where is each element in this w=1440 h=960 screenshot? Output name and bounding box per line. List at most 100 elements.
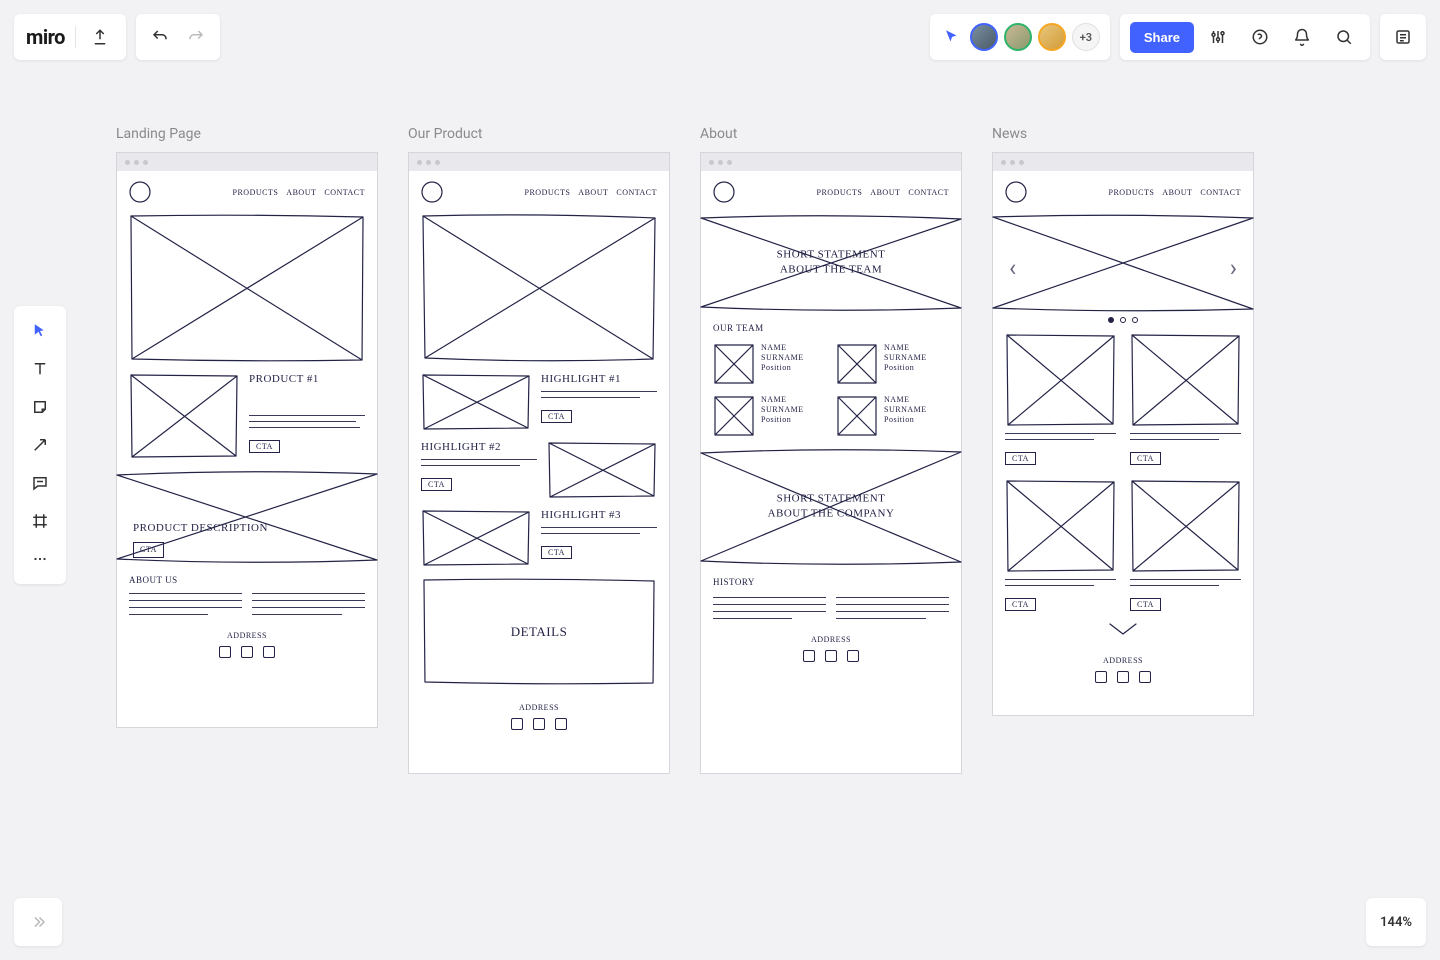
comment-tool[interactable] [20,464,60,502]
footer-address: ADDRESS [811,635,851,644]
chevron-down-icon [1108,621,1138,640]
social-icon [219,646,231,658]
section-heading: HISTORY [713,577,949,587]
cta-button: CTA [421,478,452,491]
frame-chrome [409,153,669,171]
frame-title[interactable]: News [992,126,1254,142]
arrow-tool[interactable] [20,426,60,464]
nav-link: ABOUT [1162,188,1192,197]
wf-footer: ADDRESS [421,703,657,730]
carousel-dots [1005,317,1241,323]
nav-link: CONTACT [324,188,365,197]
frame-landing[interactable]: PRODUCTS ABOUT CONTACT PRODUCT #1 [116,152,378,728]
wf-footer: ADDRESS [129,631,365,658]
team-member: NAMESURNAMEPosition [713,343,826,385]
select-tool[interactable] [20,312,60,350]
news-item: CTA [1130,479,1241,611]
social-icon [263,646,275,658]
logo-placeholder [713,181,735,203]
nav-link: PRODUCTS [817,188,863,197]
canvas[interactable]: Landing Page PRODUCTS ABOUT CONTACT [116,126,1254,774]
carousel-image [993,213,1253,313]
hero-image-placeholder [129,213,365,363]
avatar[interactable] [1038,23,1066,51]
undo-redo-group [136,14,220,60]
section-heading: ABOUT US [129,575,365,585]
nav-link: ABOUT [578,188,608,197]
more-tools[interactable] [20,540,60,578]
logo-placeholder [1005,181,1027,203]
divider [75,26,76,48]
frame-title[interactable]: Our Product [408,126,670,142]
help-icon[interactable] [1242,19,1278,55]
hero-text: ABOUT THE COMPANY [768,507,895,522]
hero-company: SHORT STATEMENT ABOUT THE COMPANY [701,447,961,567]
team-member: NAMESURNAMEPosition [836,395,949,437]
news-item: CTA [1130,333,1241,465]
frame-tool[interactable] [20,502,60,540]
chevron-right-icon: › [1230,256,1237,280]
settings-icon[interactable] [1200,19,1236,55]
expand-toolbar-button[interactable] [14,898,62,946]
sticky-note-tool[interactable] [20,388,60,426]
image-placeholder [421,509,531,567]
image-placeholder [421,373,531,431]
redo-icon[interactable] [182,23,210,51]
hero-section: PRODUCT DESCRIPTION CTA [117,469,377,565]
chevron-left-icon: ‹ [1009,256,1016,280]
hero-team: SHORT STATEMENT ABOUT THE TEAM [701,213,961,313]
notifications-icon[interactable] [1284,19,1320,55]
frame-title[interactable]: Landing Page [116,126,378,142]
export-icon[interactable] [86,23,114,51]
search-icon[interactable] [1326,19,1362,55]
news-grid: CTA CTA CTA CTA [1005,333,1241,611]
app-logo[interactable]: miro [26,25,65,49]
avatar[interactable] [970,23,998,51]
nav-link: PRODUCTS [525,188,571,197]
image-placeholder [547,441,657,499]
section-heading: PRODUCT DESCRIPTION [133,521,268,536]
avatar-overflow[interactable]: +3 [1072,23,1100,51]
frame-news[interactable]: PRODUCTS ABOUT CONTACT ‹ › [992,152,1254,716]
social-icon [803,650,815,662]
undo-icon[interactable] [146,23,174,51]
wf-header: PRODUCTS ABOUT CONTACT [129,181,365,203]
product-heading: PRODUCT #1 [249,373,365,385]
nav-link: CONTACT [908,188,949,197]
wf-footer: ADDRESS [1005,656,1241,683]
news-item: CTA [1005,479,1116,611]
frame-about[interactable]: PRODUCTS ABOUT CONTACT SHORT STATEMENT A… [700,152,962,774]
product-row: PRODUCT #1 CTA [129,373,365,459]
highlight-heading: HIGHLIGHT #2 [421,441,537,453]
cta-button: CTA [541,546,572,559]
wf-header: PRODUCTS ABOUT CONTACT [421,181,657,203]
panel-toggle-icon[interactable] [1380,14,1426,60]
frame-title[interactable]: About [700,126,962,142]
social-icon [555,718,567,730]
wf-header: PRODUCTS ABOUT CONTACT [1005,181,1241,203]
avatar[interactable] [1004,23,1032,51]
zoom-level[interactable]: 144% [1366,898,1426,946]
wf-footer: ADDRESS [713,635,949,662]
cta-button: CTA [1005,452,1036,465]
social-icon [847,650,859,662]
cta-button: CTA [1130,598,1161,611]
hero-text: SHORT STATEMENT [768,492,895,507]
details-label: DETAILS [511,624,568,640]
frame-product[interactable]: PRODUCTS ABOUT CONTACT HIGHLIGHT #1 CTA [408,152,670,774]
text-lines [249,415,365,428]
history-text [713,597,949,619]
frame-chrome [701,153,961,171]
hero-image-placeholder [421,213,657,363]
share-button[interactable]: Share [1130,22,1194,53]
details-box: DETAILS [421,577,657,687]
hero-text: SHORT STATEMENT [777,248,886,263]
highlight-row: HIGHLIGHT #2 CTA [421,441,657,499]
social-icon [1117,671,1129,683]
social-icon [1095,671,1107,683]
text-tool[interactable] [20,350,60,388]
wf-header: PRODUCTS ABOUT CONTACT [713,181,949,203]
nav-link: ABOUT [870,188,900,197]
cursor-mode-icon[interactable] [940,25,964,49]
share-group: Share [1120,14,1370,60]
